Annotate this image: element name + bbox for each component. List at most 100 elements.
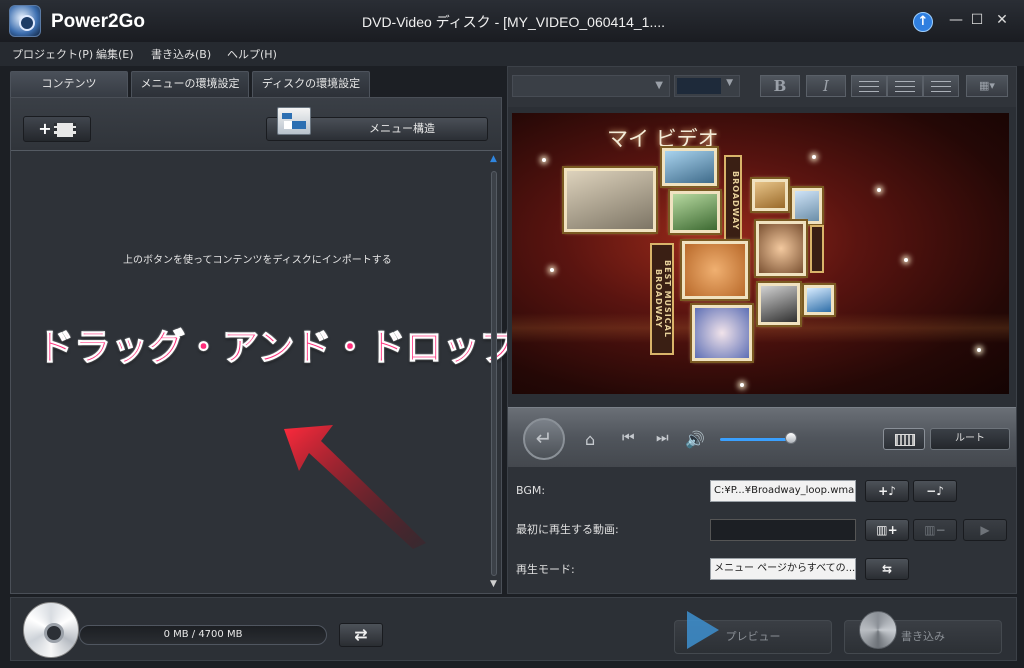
align-left-button[interactable] [851, 75, 887, 97]
disc-icon [23, 602, 79, 658]
drag-drop-caption: ドラッグ・アンド・ドロップ [37, 326, 518, 370]
layout-grid-button[interactable]: ▦▾ [966, 75, 1008, 97]
thumb-photo[interactable] [756, 221, 806, 276]
align-right-button[interactable] [923, 75, 959, 97]
italic-button[interactable]: I [806, 75, 846, 97]
content-toolbar: + メニュー構造 [11, 98, 501, 151]
chevron-down-icon: ▼ [726, 78, 733, 88]
thumb-photo[interactable] [670, 191, 720, 233]
playback-mode-button[interactable]: ⇆ [865, 558, 909, 580]
sparkle [904, 258, 908, 262]
menu-help[interactable]: ヘルプ(H) [227, 46, 277, 62]
playback-mode-icon: ⇆ [881, 562, 893, 576]
enter-button[interactable]: ↵ [523, 418, 565, 460]
thumb-photo[interactable] [792, 188, 822, 224]
remove-first-play-button[interactable]: ▥− [913, 519, 957, 541]
color-select[interactable]: ▼ [674, 75, 740, 97]
tab-content[interactable]: コンテンツ [10, 71, 128, 98]
menu-preview-panel: ▼ ▼ B I ▦▾ マイ ビデオ BROADWAY BEST MUSICAL … [507, 66, 1017, 594]
color-swatch [677, 78, 721, 94]
tab-disc-settings[interactable]: ディスクの環境設定 [252, 71, 370, 98]
play-first-play-button[interactable]: ▶ [963, 519, 1007, 541]
playback-controls: ↵ ⌂ ⏮ ⏭ 🔊 ルート [508, 407, 1016, 467]
add-first-play-button[interactable]: ▥+ [865, 519, 909, 541]
play-icon: ▶ [980, 523, 990, 537]
minimize-icon[interactable]: — [946, 10, 966, 30]
volume-slider[interactable] [720, 438, 792, 441]
scroll-up-icon[interactable]: ▲ [490, 154, 497, 164]
menu-burn[interactable]: 書き込み(B) [151, 46, 211, 62]
broadway-marquee-small: BEST MUSICAL BROADWAY [650, 243, 674, 355]
disc-capacity-meter: 0 MB / 4700 MB [79, 625, 327, 645]
burn-label: 書き込み [901, 630, 945, 643]
next-icon[interactable]: ⏭ [656, 430, 669, 446]
broadway-marquee: BROADWAY [724, 155, 742, 247]
first-play-field[interactable] [710, 519, 856, 541]
film-remove-icon: ▥− [924, 523, 946, 537]
sparkle [542, 158, 546, 162]
scroll-down-icon[interactable]: ▼ [490, 579, 497, 589]
add-media-button[interactable]: + [23, 116, 91, 142]
home-icon[interactable]: ⌂ [585, 430, 595, 449]
side-marquee [810, 225, 824, 273]
swap-disc-button[interactable]: ⇄ [339, 623, 383, 647]
menu-preview[interactable]: マイ ビデオ BROADWAY BEST MUSICAL BROADWAY [512, 113, 1009, 394]
bottom-bar: 0 MB / 4700 MB ⇄ プレビュー 書き込み [10, 597, 1017, 661]
import-hint: 上のボタンを使ってコンテンツをディスクにインポートする [123, 255, 392, 266]
thumb-photo[interactable] [804, 285, 834, 315]
thumb-photo[interactable] [564, 168, 656, 232]
burn-disc-icon [859, 611, 897, 649]
align-right-icon [931, 81, 951, 92]
first-play-label: 最初に再生する動画: [516, 523, 619, 536]
sparkle [977, 348, 981, 352]
menu-bar: プロジェクト(P) 編集(E) 書き込み(B) ヘルプ(H) [0, 42, 1024, 66]
volume-icon[interactable]: 🔊 [685, 430, 705, 449]
menu-structure-icon [277, 107, 311, 135]
align-center-icon [895, 81, 915, 92]
film-add-icon: ▥+ [876, 523, 898, 537]
align-left-icon [859, 81, 879, 92]
add-music-button[interactable]: +♪ [865, 480, 909, 502]
preview-button[interactable]: プレビュー [674, 611, 832, 654]
menu-settings: BGM: C:¥P...¥Broadway_loop.wma +♪ −♪ 最初に… [508, 467, 1016, 593]
upgrade-icon[interactable]: ↑ [913, 12, 933, 32]
thumb-photo[interactable] [752, 179, 788, 211]
thumb-photo[interactable] [758, 283, 800, 325]
content-scrollbar[interactable]: ▲ ▼ [490, 151, 500, 593]
scroll-thumb[interactable] [491, 171, 497, 576]
burn-button[interactable]: 書き込み [844, 611, 1002, 654]
swap-icon: ⇄ [354, 625, 368, 644]
sparkle [550, 268, 554, 272]
menu-structure-label: メニュー構造 [369, 122, 435, 135]
remove-music-button[interactable]: −♪ [913, 480, 957, 502]
bold-button[interactable]: B [760, 75, 800, 97]
previous-icon[interactable]: ⏮ [622, 430, 635, 446]
font-select[interactable]: ▼ [512, 75, 670, 97]
subtitle-button[interactable] [883, 428, 925, 450]
chevron-down-icon: ▼ [655, 80, 663, 91]
thumb-photo[interactable] [692, 305, 752, 361]
playback-mode-label: 再生モード: [516, 563, 575, 576]
grid-icon: ▦▾ [979, 79, 995, 92]
add-media-label: + [38, 119, 52, 138]
app-logo-icon [9, 5, 41, 37]
close-icon[interactable]: ✕ [992, 10, 1012, 30]
preview-label: プレビュー [725, 630, 781, 643]
root-button[interactable]: ルート [930, 428, 1010, 450]
play-icon [687, 611, 719, 649]
tab-menu-settings[interactable]: メニューの環境設定 [131, 71, 249, 98]
volume-knob[interactable] [785, 432, 797, 444]
content-panel: + メニュー構造 上のボタンを使ってコンテンツをディスクにインポートする ドラッ… [10, 97, 517, 594]
film-icon [53, 122, 76, 137]
align-center-button[interactable] [887, 75, 923, 97]
thumb-photo[interactable] [662, 148, 717, 186]
thumb-photo[interactable] [682, 241, 748, 299]
menu-structure-button[interactable]: メニュー構造 [266, 107, 488, 141]
menu-project[interactable]: プロジェクト(P) [12, 46, 93, 62]
playback-mode-field[interactable]: メニュー ページからすべての... [710, 558, 856, 580]
content-drop-area[interactable]: 上のボタンを使ってコンテンツをディスクにインポートする ドラッグ・アンド・ドロッ… [11, 151, 517, 593]
maximize-icon[interactable]: ☐ [967, 10, 987, 30]
bgm-field[interactable]: C:¥P...¥Broadway_loop.wma [710, 480, 856, 502]
menu-edit[interactable]: 編集(E) [96, 46, 134, 62]
sparkle [740, 383, 744, 387]
